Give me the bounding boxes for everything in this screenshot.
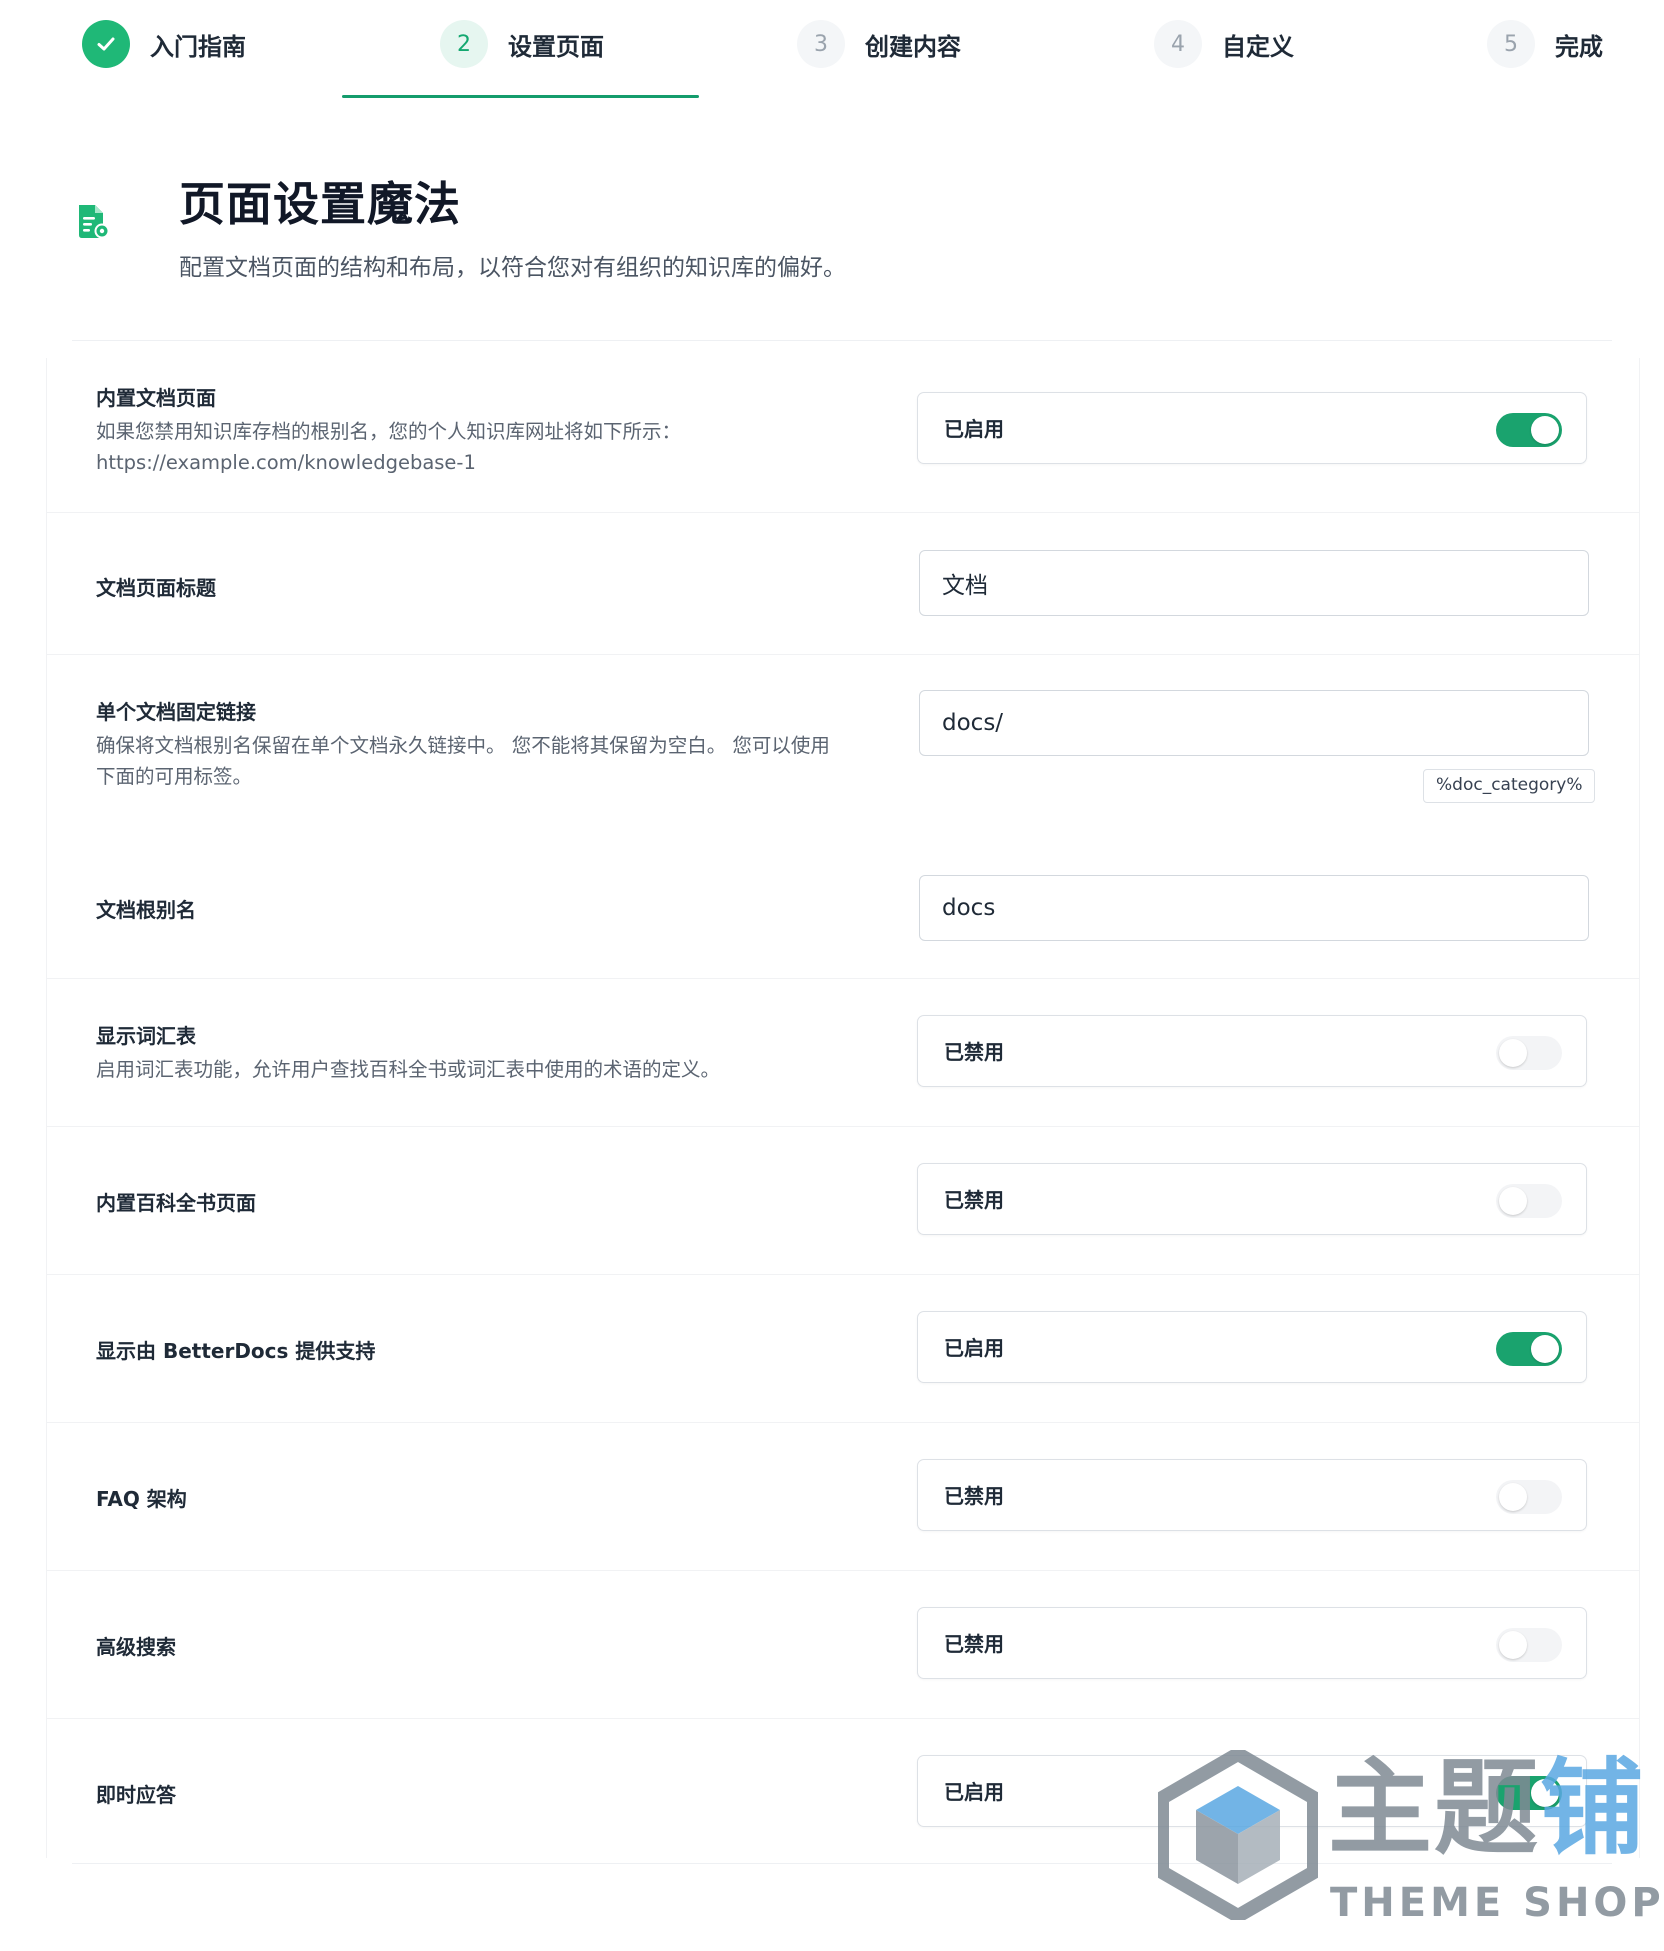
settings-panel: 内置文档页面 如果您禁用知识库存档的根别名，您的个人知识库网址将如下所示： ht… bbox=[46, 358, 1640, 1858]
toggle-switch[interactable] bbox=[1496, 413, 1562, 447]
watermark-logo-icon bbox=[1158, 1750, 1318, 1920]
builtin-docs-page-toggle-field[interactable]: 已启用 bbox=[917, 392, 1587, 464]
step-number: 2 bbox=[440, 20, 488, 68]
toggle-switch[interactable] bbox=[1496, 1480, 1562, 1514]
divider bbox=[47, 1422, 1639, 1423]
show-glossary-toggle-field[interactable]: 已禁用 bbox=[917, 1015, 1587, 1087]
setting-description: 启用词汇表功能，允许用户查找百科全书或词汇表中使用的术语的定义。 bbox=[96, 1058, 721, 1081]
step-label: 入门指南 bbox=[150, 32, 246, 61]
toggle-knob bbox=[1499, 1631, 1527, 1659]
step-create-content[interactable]: 3 创建内容 bbox=[797, 18, 961, 70]
active-step-underline bbox=[342, 95, 699, 98]
setting-label: 内置百科全书页面 bbox=[96, 1191, 256, 1215]
advanced-search-toggle-field[interactable]: 已禁用 bbox=[917, 1607, 1587, 1679]
step-getting-started[interactable]: 入门指南 bbox=[82, 18, 246, 70]
toggle-switch[interactable] bbox=[1496, 1332, 1562, 1366]
setting-label: FAQ 架构 bbox=[96, 1487, 187, 1511]
toggle-status: 已禁用 bbox=[944, 1484, 1004, 1508]
watermark-main: 主题 bbox=[1328, 1747, 1541, 1869]
single-doc-permalink-input[interactable] bbox=[919, 690, 1589, 756]
docs-slug-input[interactable] bbox=[919, 875, 1589, 941]
page-title: 页面设置魔法 bbox=[179, 177, 461, 231]
step-label: 自定义 bbox=[1222, 32, 1294, 61]
toggle-knob bbox=[1531, 416, 1559, 444]
setting-label: 高级搜索 bbox=[96, 1635, 176, 1659]
divider bbox=[47, 1718, 1639, 1719]
toggle-switch[interactable] bbox=[1496, 1184, 1562, 1218]
powered-by-toggle-field[interactable]: 已启用 bbox=[917, 1311, 1587, 1383]
step-setup-pages[interactable]: 2 设置页面 bbox=[440, 18, 604, 70]
step-customize[interactable]: 4 自定义 bbox=[1154, 18, 1294, 70]
toggle-status: 已禁用 bbox=[944, 1188, 1004, 1212]
setting-label: 文档根别名 bbox=[96, 898, 196, 922]
setting-label: 即时应答 bbox=[96, 1783, 176, 1807]
setting-description: 如果您禁用知识库存档的根别名，您的个人知识库网址将如下所示： https://e… bbox=[96, 416, 856, 478]
docs-page-title-input[interactable] bbox=[919, 550, 1589, 616]
toggle-status: 已禁用 bbox=[944, 1632, 1004, 1656]
toggle-knob bbox=[1499, 1187, 1527, 1215]
step-label: 创建内容 bbox=[865, 32, 961, 61]
theme-shop-watermark: 主题铺 THEME SHOP bbox=[1158, 1750, 1661, 1926]
step-label: 设置页面 bbox=[508, 32, 604, 61]
toggle-switch[interactable] bbox=[1496, 1036, 1562, 1070]
document-settings-icon bbox=[73, 202, 113, 242]
step-number: 5 bbox=[1487, 20, 1535, 68]
watermark-accent: 铺 bbox=[1540, 1747, 1647, 1869]
setting-label: 显示词汇表 bbox=[96, 1024, 196, 1048]
setup-stepper: 入门指南 2 设置页面 3 创建内容 4 自定义 5 完成 bbox=[0, 0, 1664, 100]
setting-label: 文档页面标题 bbox=[96, 576, 216, 600]
toggle-status: 已启用 bbox=[944, 1780, 1004, 1804]
toggle-switch[interactable] bbox=[1496, 1628, 1562, 1662]
step-label: 完成 bbox=[1555, 32, 1603, 61]
check-icon bbox=[82, 20, 130, 68]
toggle-status: 已禁用 bbox=[944, 1040, 1004, 1064]
toggle-status: 已启用 bbox=[944, 1336, 1004, 1360]
divider bbox=[47, 1126, 1639, 1127]
faq-schema-toggle-field[interactable]: 已禁用 bbox=[917, 1459, 1587, 1531]
page-subtitle: 配置文档页面的结构和布局，以符合您对有组织的知识库的偏好。 bbox=[179, 255, 846, 281]
builtin-encyclopedia-toggle-field[interactable]: 已禁用 bbox=[917, 1163, 1587, 1235]
example-url: https://example.com/knowledgebase-1 bbox=[96, 451, 476, 474]
step-number: 3 bbox=[797, 20, 845, 68]
divider bbox=[47, 1274, 1639, 1275]
setting-label: 显示由 BetterDocs 提供支持 bbox=[96, 1339, 376, 1363]
step-finish[interactable]: 5 完成 bbox=[1487, 18, 1603, 70]
divider bbox=[72, 340, 1612, 341]
toggle-knob bbox=[1531, 1335, 1559, 1363]
toggle-knob bbox=[1499, 1483, 1527, 1511]
toggle-status: 已启用 bbox=[944, 417, 1004, 441]
divider bbox=[47, 654, 1639, 655]
watermark-text: 主题铺 bbox=[1328, 1756, 1646, 1860]
step-number: 4 bbox=[1154, 20, 1202, 68]
divider bbox=[47, 1570, 1639, 1571]
description-line: 如果您禁用知识库存档的根别名，您的个人知识库网址将如下所示： bbox=[96, 420, 682, 443]
setting-description: 确保将文档根别名保留在单个文档永久链接中。 您不能将其保留为空白。 您可以使用下… bbox=[96, 734, 830, 788]
divider bbox=[47, 978, 1639, 979]
setting-label: 单个文档固定链接 bbox=[96, 700, 256, 724]
doc-category-tag[interactable]: %doc_category% bbox=[1423, 769, 1596, 803]
toggle-knob bbox=[1499, 1039, 1527, 1067]
setting-label: 内置文档页面 bbox=[96, 386, 216, 410]
watermark-subtitle: THEME SHOP bbox=[1330, 1880, 1664, 1926]
divider bbox=[47, 512, 1639, 513]
